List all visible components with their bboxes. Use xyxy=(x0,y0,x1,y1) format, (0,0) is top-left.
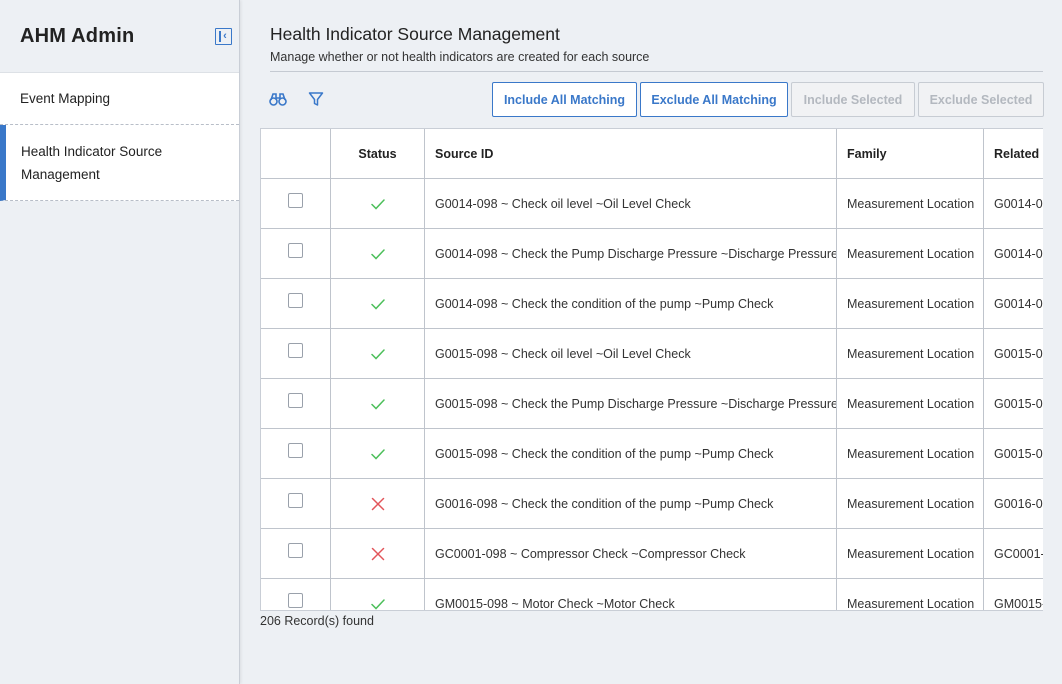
sidebar: AHM Admin ‹ Event Mapping Health Indicat… xyxy=(0,0,240,684)
family-cell: Measurement Location xyxy=(837,479,984,528)
related-cell: G0016-098 xyxy=(994,496,1043,511)
sidebar-header: AHM Admin ‹ xyxy=(0,0,239,72)
source-id-cell: GC0001-098 ~ Compressor Check ~Compresso… xyxy=(425,529,837,578)
source-id-cell: G0014-098 ~ Check the condition of the p… xyxy=(425,279,837,328)
page-title: Health Indicator Source Management xyxy=(270,24,560,44)
family-cell: Measurement Location xyxy=(837,279,984,328)
row-select-cell xyxy=(261,229,331,278)
filter-icon[interactable] xyxy=(306,89,326,109)
table-row[interactable]: G0015-098 ~ Check the condition of the p… xyxy=(261,429,1043,479)
header-related[interactable]: Related xyxy=(984,129,1043,178)
row-select-cell xyxy=(261,329,331,378)
related-cell: G0015-098 xyxy=(994,346,1043,361)
table-row[interactable]: G0014-098 ~ Check the Pump Discharge Pre… xyxy=(261,229,1043,279)
exclude-selected-button[interactable]: Exclude Selected xyxy=(918,82,1044,117)
table-row[interactable]: G0016-098 ~ Check the condition of the p… xyxy=(261,479,1043,529)
family-cell: Measurement Location xyxy=(837,329,984,378)
related-cell: GM0015-098 xyxy=(994,596,1043,611)
row-select-cell xyxy=(261,279,331,328)
title-divider xyxy=(270,71,1043,72)
row-checkbox[interactable] xyxy=(288,293,303,308)
related-cell: G0014-098 xyxy=(994,296,1043,311)
grid-header: Status Source ID Family Related xyxy=(261,129,1043,179)
row-select-cell xyxy=(261,379,331,428)
family-cell: Measurement Location xyxy=(837,579,984,610)
check-icon xyxy=(370,198,385,210)
header-source-id[interactable]: Source ID xyxy=(425,129,837,178)
row-checkbox[interactable] xyxy=(288,443,303,458)
header-family[interactable]: Family xyxy=(837,129,984,178)
table-row[interactable]: G0015-098 ~ Check the Pump Discharge Pre… xyxy=(261,379,1043,429)
source-id-cell: G0014-098 ~ Check oil level ~Oil Level C… xyxy=(425,179,837,228)
table-row[interactable]: GM0015-098 ~ Motor Check ~Motor Check Mea… xyxy=(261,579,1043,611)
related-cell: GC0001-098 xyxy=(994,546,1043,561)
row-select-cell xyxy=(261,429,331,478)
status-cell xyxy=(331,379,425,428)
sidebar-item-label: Health Indicator Source Management xyxy=(21,143,163,182)
family-cell: Measurement Location xyxy=(837,529,984,578)
check-icon xyxy=(370,398,385,410)
collapse-panel-icon[interactable]: ‹ xyxy=(215,27,232,45)
source-id-cell: G0015-098 ~ Check oil level ~Oil Level C… xyxy=(425,329,837,378)
header-status[interactable]: Status xyxy=(331,129,425,178)
row-checkbox[interactable] xyxy=(288,543,303,558)
family-cell: Measurement Location xyxy=(837,429,984,478)
exclude-all-matching-button[interactable]: Exclude All Matching xyxy=(640,82,788,117)
sidebar-item-event-mapping[interactable]: Event Mapping xyxy=(0,72,239,125)
check-icon xyxy=(370,448,385,460)
row-checkbox[interactable] xyxy=(288,493,303,508)
related-cell: G0014-098 xyxy=(994,246,1043,261)
table-row[interactable]: G0014-098 ~ Check oil level ~Oil Level C… xyxy=(261,179,1043,229)
check-icon xyxy=(370,298,385,310)
status-cell xyxy=(331,579,425,610)
row-checkbox[interactable] xyxy=(288,243,303,258)
check-icon xyxy=(370,348,385,360)
record-count: 206 Record(s) found xyxy=(260,614,374,628)
include-all-matching-button[interactable]: Include All Matching xyxy=(492,82,637,117)
x-icon xyxy=(371,497,384,510)
table-row[interactable]: G0014-098 ~ Check the condition of the p… xyxy=(261,279,1043,329)
x-icon xyxy=(371,547,384,560)
status-cell xyxy=(331,329,425,378)
source-id-cell: G0015-098 ~ Check the Pump Discharge Pre… xyxy=(425,379,837,428)
grid-body: G0014-098 ~ Check oil level ~Oil Level C… xyxy=(261,179,1043,611)
status-cell xyxy=(331,429,425,478)
status-cell xyxy=(331,179,425,228)
family-cell: Measurement Location xyxy=(837,229,984,278)
status-cell xyxy=(331,229,425,278)
page-subtitle: Manage whether or not health indicators … xyxy=(270,50,650,64)
sidebar-item-health-indicator-source-management[interactable]: Health Indicator Source Management xyxy=(0,125,239,201)
source-id-cell: G0016-098 ~ Check the condition of the p… xyxy=(425,479,837,528)
row-checkbox[interactable] xyxy=(288,593,303,608)
row-select-cell xyxy=(261,479,331,528)
row-checkbox[interactable] xyxy=(288,393,303,408)
status-cell xyxy=(331,529,425,578)
check-icon xyxy=(370,248,385,260)
table-row[interactable]: G0015-098 ~ Check oil level ~Oil Level C… xyxy=(261,329,1043,379)
include-selected-button[interactable]: Include Selected xyxy=(791,82,915,117)
source-id-cell: G0015-098 ~ Check the condition of the p… xyxy=(425,429,837,478)
related-cell: G0014-098 xyxy=(994,196,1043,211)
source-grid: Status Source ID Family Related G0014-09… xyxy=(260,128,1043,611)
related-cell: G0015-098 xyxy=(994,396,1043,411)
binoculars-icon[interactable] xyxy=(268,89,288,109)
header-select-column xyxy=(261,129,331,178)
row-select-cell xyxy=(261,579,331,610)
source-id-cell: GM0015-098 ~ Motor Check ~Motor Check xyxy=(425,579,837,610)
row-checkbox[interactable] xyxy=(288,343,303,358)
row-select-cell xyxy=(261,529,331,578)
app-title: AHM Admin xyxy=(20,24,135,47)
row-select-cell xyxy=(261,179,331,228)
table-row[interactable]: GC0001-098 ~ Compressor Check ~Compresso… xyxy=(261,529,1043,579)
check-icon xyxy=(370,598,385,610)
sidebar-item-label: Event Mapping xyxy=(20,91,111,106)
family-cell: Measurement Location xyxy=(837,379,984,428)
status-cell xyxy=(331,479,425,528)
status-cell xyxy=(331,279,425,328)
row-checkbox[interactable] xyxy=(288,193,303,208)
family-cell: Measurement Location xyxy=(837,179,984,228)
source-id-cell: G0014-098 ~ Check the Pump Discharge Pre… xyxy=(425,229,837,278)
related-cell: G0015-098 xyxy=(994,446,1043,461)
